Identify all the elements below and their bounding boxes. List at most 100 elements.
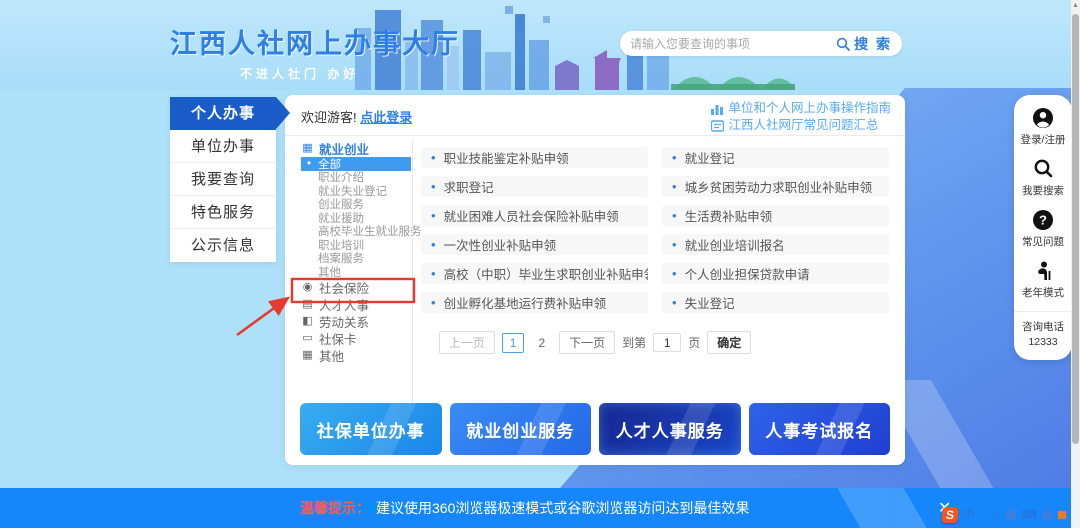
hotline-info: 咨询电话 12333 — [1014, 311, 1072, 350]
welcome-row: 欢迎游客! 点此登录 — [301, 107, 412, 126]
welcome-greeting: 欢迎游客! — [301, 110, 357, 125]
bullet-icon: • — [672, 150, 677, 165]
bullet-icon: • — [672, 179, 677, 194]
service-item-3[interactable]: •城乡贫困劳动力求职创业补贴申领 — [662, 176, 889, 197]
elderly-person-icon — [1032, 260, 1054, 282]
bullet-icon: • — [672, 295, 677, 310]
login-link[interactable]: 点此登录 — [360, 110, 412, 125]
left-menu-item-0[interactable]: 个人办事 — [170, 97, 276, 130]
ime-emoji-icon[interactable]: ☺ — [990, 507, 1001, 523]
ime-punctuation-icon[interactable]: ’, — [979, 507, 985, 523]
bullet-icon: • — [431, 150, 436, 165]
service-list: •职业技能鉴定补贴申领•就业登记•求职登记•城乡贫困劳动力求职创业补贴申领•就业… — [421, 147, 889, 313]
next-page-button[interactable]: 下一页 — [559, 331, 615, 354]
page-scrollbar[interactable]: ▲ — [1071, 0, 1080, 528]
page-number-2[interactable]: 2 — [531, 334, 552, 352]
search-button[interactable]: 搜 索 — [836, 34, 892, 54]
bullet-icon: • — [431, 237, 436, 252]
operation-guide-link[interactable]: 单位和个人网上办事操作指南 — [711, 100, 891, 117]
service-item-1[interactable]: • 就业登记 — [662, 147, 889, 168]
service-item-7[interactable]: • 就业创业培训报名 — [662, 234, 889, 255]
employment-service-button[interactable]: 就业创业服务 — [450, 403, 592, 455]
bullet-icon: • — [431, 179, 436, 194]
bullet-icon: • — [672, 237, 677, 252]
site-title: 江西人社网上办事大厅 — [170, 22, 460, 61]
service-item-0[interactable]: • 职业技能鉴定补贴申领 — [421, 147, 648, 168]
goto-confirm-button[interactable]: 确定 — [707, 331, 751, 354]
page: 江西人社网上办事大厅 不进人社门 办好 搜 索 个人办事单位办事我要查询特色服务… — [0, 0, 1080, 528]
prev-page-button[interactable]: 上一页 — [439, 331, 495, 354]
hotline-label: 咨询电话 — [1014, 320, 1072, 335]
pagination: 上一页 1 2 下一页 到第 页 确定 — [285, 331, 905, 354]
talent-hr-service-button[interactable]: 人才人事服务 — [599, 403, 741, 455]
service-item-5[interactable]: •生活费补贴申领 — [662, 205, 889, 226]
service-item-10[interactable]: •创业孵化基地运行费补贴申领 — [421, 292, 648, 313]
quick-entry-buttons: 社保单位办事 就业创业服务 人才人事服务 人事考试报名 — [300, 403, 890, 455]
site-slogan: 不进人社门 办好 — [240, 65, 460, 82]
service-item-2[interactable]: •求职登记 — [421, 176, 648, 197]
bullet-icon: • — [672, 208, 677, 223]
notice-prefix: 温馨提示： — [300, 498, 370, 518]
ime-skin-icon[interactable] — [1042, 510, 1052, 520]
faq-summary-link[interactable]: 江西人社网厅常见问题汇总 — [711, 117, 891, 134]
left-menu-item-4[interactable]: 公示信息 — [170, 229, 276, 262]
document-icon — [711, 120, 724, 132]
tree-item-0[interactable]: ▦就业创业 — [301, 140, 411, 157]
left-menu-item-2[interactable]: 我要查询 — [170, 163, 276, 196]
notice-text: 温馨提示： 建议使用360浏览器极速模式或谷歌浏览器访问达到最佳效果 — [300, 488, 749, 528]
tree-item-9[interactable]: 其他 — [301, 265, 411, 279]
sogou-ime-icon[interactable]: S — [942, 507, 960, 523]
scrollbar-up-arrow[interactable]: ▲ — [1071, 0, 1080, 12]
user-icon — [1032, 107, 1054, 129]
service-item-label: 就业困难人员社会保险补贴申领 — [444, 206, 619, 225]
left-menu-item-1[interactable]: 单位办事 — [170, 130, 276, 163]
login-register-label: 登录/注册 — [1014, 132, 1072, 147]
service-item-8[interactable]: •高校（中职）毕业生求职创业补贴申领 — [421, 263, 648, 284]
search-bar: 搜 索 — [620, 31, 902, 56]
service-item-9[interactable]: •个人创业担保贷款申请 — [662, 263, 889, 284]
login-register-button[interactable]: 登录/注册 — [1014, 107, 1072, 147]
scrollbar-thumb[interactable] — [1072, 14, 1079, 444]
social-insurance-unit-button[interactable]: 社保单位办事 — [300, 403, 442, 455]
service-item-label: 就业登记 — [685, 148, 735, 167]
tree-item-label: 其他 — [318, 264, 341, 280]
page-number-1[interactable]: 1 — [502, 333, 525, 353]
service-item-11[interactable]: • 失业登记 — [662, 292, 889, 313]
service-item-label: 就业创业培训报名 — [685, 235, 785, 254]
faq-sidebar-button[interactable]: ? 常见问题 — [1014, 209, 1072, 249]
tree-item-11[interactable]: ▤人才人事 — [301, 296, 411, 313]
ime-toolbar: S 中 ’, ☺ ⌨ — [942, 506, 1067, 524]
guide-links: 单位和个人网上办事操作指南 江西人社网厅常见问题汇总 — [711, 100, 891, 134]
bullet-icon: • — [431, 295, 436, 310]
elderly-mode-label: 老年模式 — [1014, 285, 1072, 300]
search-sidebar-button[interactable]: 我要搜索 — [1014, 158, 1072, 198]
hotline-number: 12333 — [1014, 335, 1072, 350]
faq-summary-label: 江西人社网厅常见问题汇总 — [728, 117, 878, 134]
ime-toolbox-icon[interactable] — [1057, 510, 1067, 520]
goto-page-suffix: 页 — [688, 334, 700, 351]
ime-keyboard-icon[interactable]: ⌨ — [1021, 507, 1037, 523]
hr-exam-registration-button[interactable]: 人事考试报名 — [749, 403, 891, 455]
search-sidebar-label: 我要搜索 — [1014, 183, 1072, 198]
service-item-label: 一次性创业补贴申领 — [444, 235, 557, 254]
goto-page-input[interactable] — [653, 333, 681, 352]
service-item-6[interactable]: • 一次性创业补贴申领 — [421, 234, 648, 255]
service-item-label: 失业登记 — [685, 293, 735, 312]
service-item-label: 高校（中职）毕业生求职创业补贴申领 — [444, 264, 648, 283]
tree-item-10[interactable]: ◉社会保险 — [301, 279, 411, 296]
service-item-label: 职业技能鉴定补贴申领 — [444, 148, 569, 167]
header-banner: 江西人社网上办事大厅 不进人社门 办好 搜 索 — [0, 0, 1080, 90]
employment-icon: ▦ — [301, 143, 314, 154]
tree-item-12[interactable]: ◧劳动关系 — [301, 313, 411, 330]
bullet-icon: • — [431, 208, 436, 223]
social-insurance-icon: ◉ — [301, 282, 314, 293]
talent-icon: ▤ — [301, 299, 314, 310]
ime-microphone-icon[interactable] — [1006, 510, 1016, 520]
elderly-mode-button[interactable]: 老年模式 — [1014, 260, 1072, 300]
notice-bar: 温馨提示： 建议使用360浏览器极速模式或谷歌浏览器访问达到最佳效果 ✕ — [0, 488, 1080, 528]
service-item-4[interactable]: • 就业困难人员社会保险补贴申领 — [421, 205, 648, 226]
ime-language-toggle[interactable]: 中 — [963, 507, 974, 523]
notice-message: 建议使用360浏览器极速模式或谷歌浏览器访问达到最佳效果 — [376, 498, 749, 518]
search-input[interactable] — [630, 37, 836, 51]
left-menu-item-3[interactable]: 特色服务 — [170, 196, 276, 229]
